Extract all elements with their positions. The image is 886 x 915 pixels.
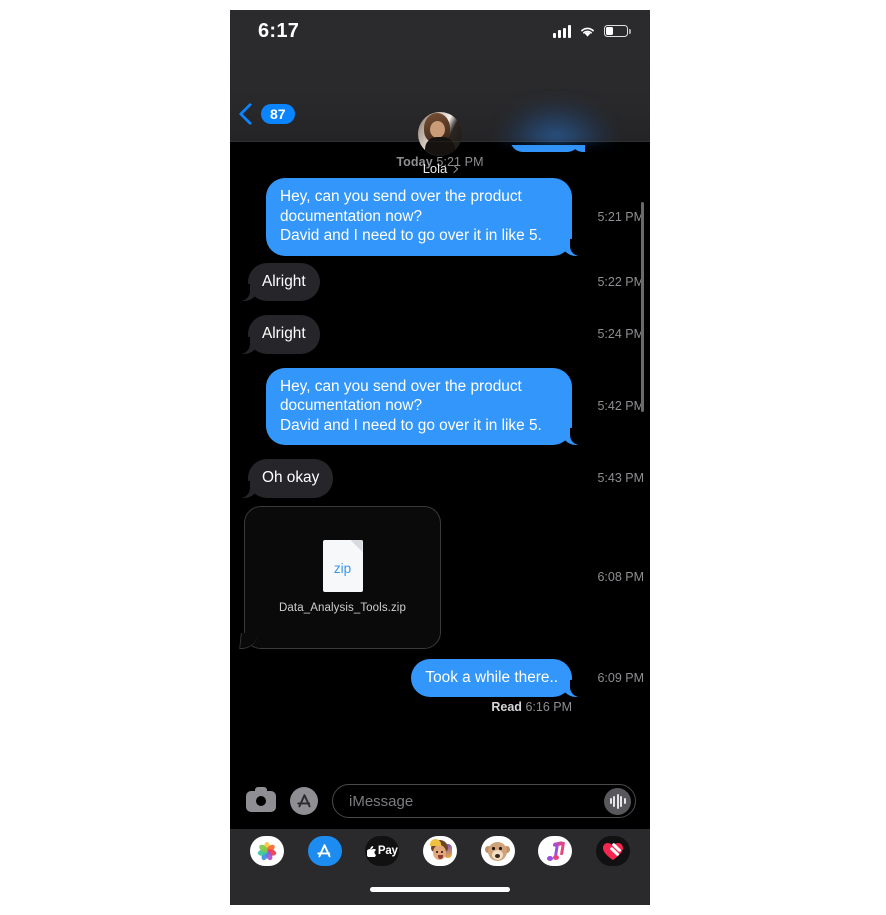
photos-app-icon[interactable] [250,836,284,866]
audio-waveform-icon[interactable] [604,787,631,815]
message-row: Oh okay 5:43 PM [230,459,650,498]
message-timestamp: 5:43 PM [597,471,644,486]
fitness-app-icon[interactable] [595,836,630,866]
message-row: Alright 5:24 PM [230,315,650,354]
animoji-monkey-glyph [485,840,511,863]
status-indicators [553,24,631,38]
message-bubble-outgoing[interactable]: Hey, can you send over the product docum… [266,367,580,445]
app-store-glyph [315,842,334,861]
back-button[interactable]: 87 [238,102,295,126]
message-row: Took a while there.. 6:09 PM [230,658,650,697]
apple-pay-app-icon[interactable]: Pay [365,836,400,866]
music-note-glyph [546,840,565,861]
file-attachment-card[interactable]: zip Data_Analysis_Tools.zip [244,505,441,649]
imessage-placeholder: iMessage [349,792,414,810]
cellular-bars-icon [553,24,571,38]
zip-file-icon: zip [322,540,363,592]
chevron-right-icon [450,164,459,173]
message-timestamp: 6:09 PM [597,670,644,685]
message-row: Hey, can you send over the product docum… [230,178,650,256]
memoji-app-icon[interactable] [422,836,457,866]
message-bubble-incoming[interactable]: Alright [240,262,320,301]
app-drawer: Pay [230,829,650,873]
photos-glyph [257,841,277,862]
zip-file-label: zip [333,560,352,576]
thread-scrollbar[interactable] [641,202,644,412]
message-timestamp: 5:22 PM [597,274,644,289]
camera-icon[interactable] [246,786,276,812]
app-store-icon[interactable] [290,787,318,815]
header-blur-highlight [496,98,616,144]
heart-glyph [603,842,623,860]
read-receipt-label: Read [491,700,522,714]
status-time: 6:17 [258,19,300,42]
wifi-icon [581,27,594,37]
message-timestamp: 5:42 PM [597,399,644,414]
file-name: Data_Analysis_Tools.zip [279,602,406,614]
contact-name-row: Lola [422,161,459,176]
avatar [418,112,462,156]
peek-mask [492,142,592,145]
home-indicator-area [230,873,650,905]
read-receipt-time: 6:16 PM [525,700,572,714]
home-indicator[interactable] [370,886,510,892]
contact-name: Lola [422,161,448,176]
unread-count-badge: 87 [261,104,295,124]
read-receipt: Read 6:16 PM [230,700,650,714]
message-bubble-incoming[interactable]: Alright [240,315,320,354]
message-row: Hey, can you send over the product docum… [230,367,650,445]
memoji-glyph [428,838,453,863]
message-timestamp: 6:08 PM [597,570,644,584]
message-thread[interactable]: Today 5:21 PM Hey, can you send over the… [230,142,650,773]
apple-pay-glyph: Pay [366,845,398,857]
music-app-icon[interactable] [538,836,573,866]
back-chevron-icon [238,102,262,126]
message-row: zip Data_Analysis_Tools.zip 6:08 PM [230,505,650,649]
message-timestamp: 5:21 PM [597,209,644,224]
message-timestamp: 5:24 PM [597,327,644,342]
message-row: Alright 5:22 PM [230,262,650,301]
contact-header[interactable]: Lola [418,112,462,176]
phone-screen: 6:17 87 Lola Today 5:21 PM Hey, can you … [230,10,650,905]
message-bubble-incoming[interactable]: Oh okay [239,459,334,498]
imessage-input[interactable]: iMessage [332,784,636,818]
animoji-app-icon[interactable] [480,836,515,866]
battery-icon [604,25,631,37]
conversation-header: 87 Lola [230,52,650,176]
message-composer: iMessage [230,773,650,829]
status-bar: 6:17 [230,10,650,52]
message-bubble-outgoing[interactable]: Took a while there.. [411,658,580,697]
message-bubble-outgoing[interactable]: Hey, can you send over the product docum… [266,178,580,256]
app-store-app-icon[interactable] [307,836,342,866]
